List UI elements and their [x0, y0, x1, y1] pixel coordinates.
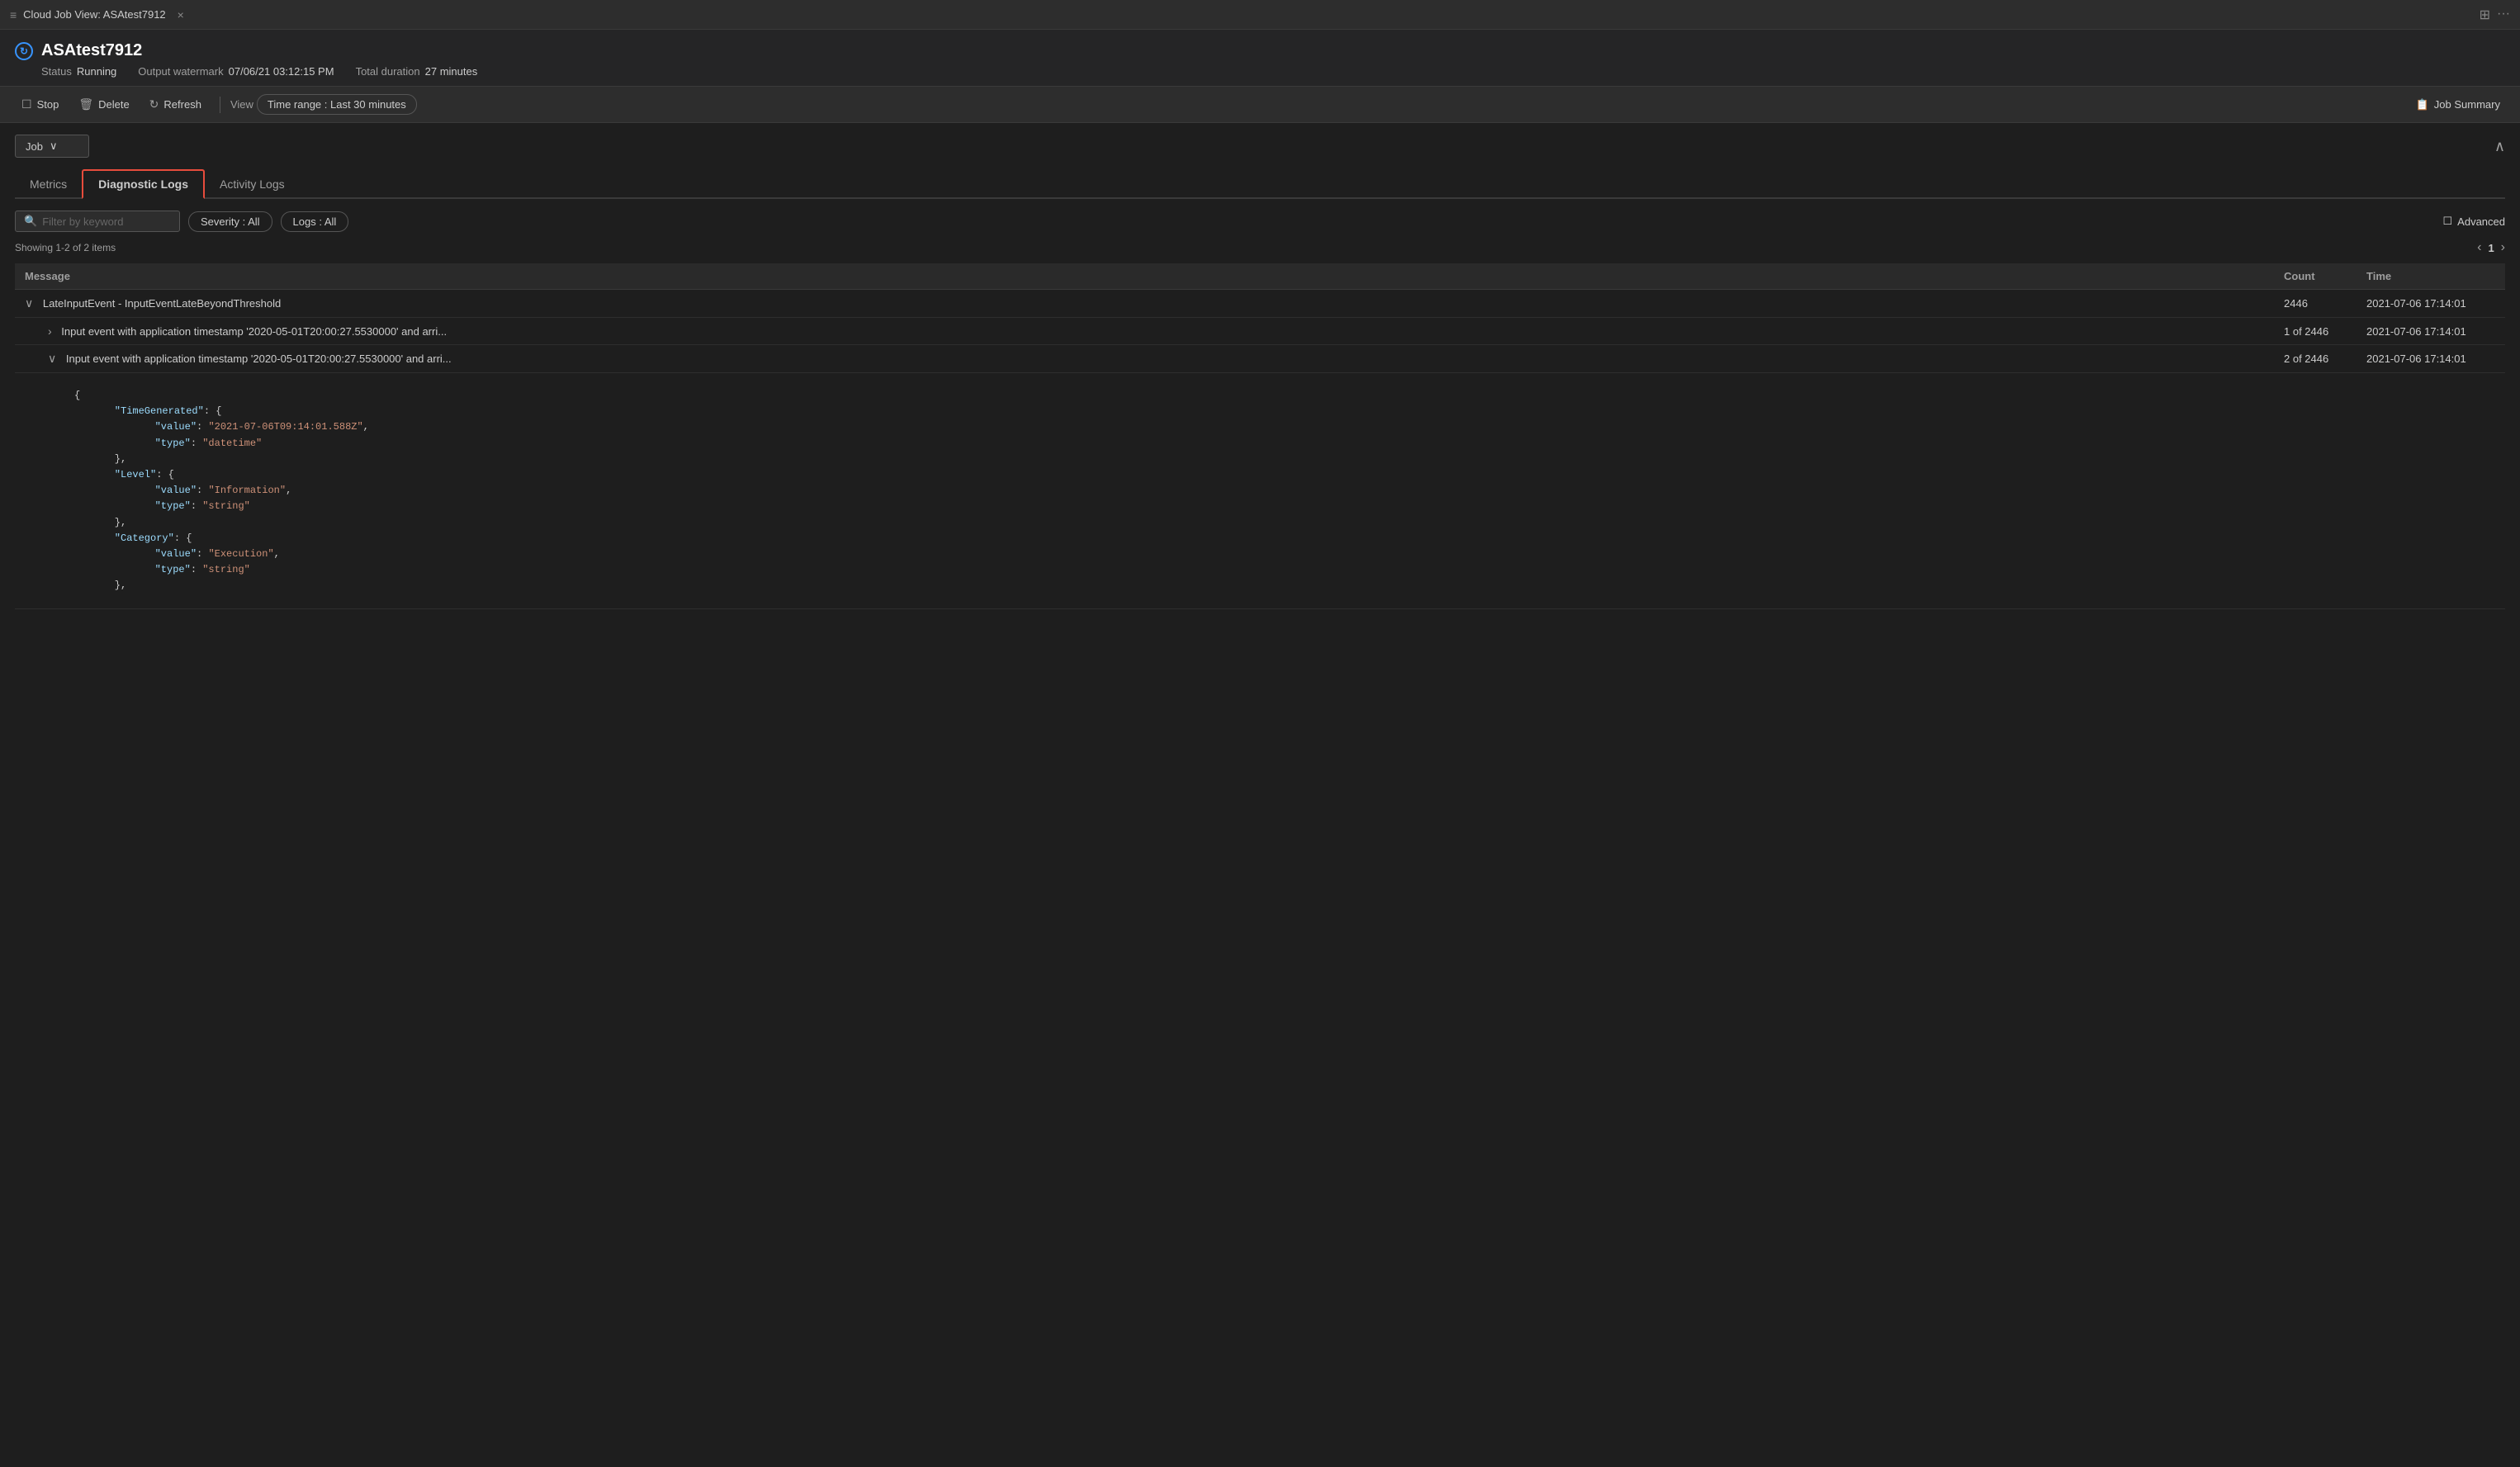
row-message: Input event with application timestamp '… — [66, 353, 452, 365]
refresh-icon: ↻ — [149, 97, 159, 111]
view-label: View — [230, 98, 253, 111]
refresh-label: Refresh — [163, 98, 201, 111]
tab-metrics-label: Metrics — [30, 177, 67, 191]
count-column-header: Count — [2274, 263, 2357, 290]
message-cell: › Input event with application timestamp… — [15, 318, 2274, 345]
stop-label: Stop — [37, 98, 59, 111]
json-detail-row: { "TimeGenerated": { "value": "2021-07-0… — [15, 373, 2505, 609]
tabs-container: Metrics Diagnostic Logs Activity Logs — [15, 169, 2505, 199]
advanced-icon: ☐ — [2443, 215, 2453, 228]
toolbar: ☐ Stop 🗑 Delete ↻ Refresh View Time rang… — [0, 87, 2520, 123]
job-status-icon: ↻ — [15, 42, 33, 60]
stop-icon: ☐ — [21, 97, 32, 111]
message-column-header: Message — [15, 263, 2274, 290]
chevron-down-icon: ∨ — [50, 140, 58, 153]
json-block: { "TimeGenerated": { "value": "2021-07-0… — [25, 380, 2495, 602]
job-summary-label: Job Summary — [2434, 98, 2500, 111]
json-detail-cell: { "TimeGenerated": { "value": "2021-07-0… — [15, 373, 2505, 609]
table-row: ∨ Input event with application timestamp… — [15, 345, 2505, 373]
tab-activity-logs[interactable]: Activity Logs — [205, 171, 300, 199]
menu-icon[interactable]: ≡ — [10, 8, 17, 21]
time-cell: 2021-07-06 17:14:01 — [2357, 290, 2505, 318]
job-meta: Status Running Output watermark 07/06/21… — [15, 65, 2505, 78]
tab-diagnostic-logs[interactable]: Diagnostic Logs — [82, 169, 205, 199]
row-expand-icon[interactable]: ∨ — [25, 296, 33, 310]
row-expand-icon[interactable]: ∨ — [48, 352, 56, 366]
collapse-button[interactable]: ∧ — [2494, 138, 2505, 155]
delete-icon: 🗑 — [78, 97, 93, 111]
filter-input-wrap: 🔍 — [15, 211, 180, 232]
job-dropdown-row: Job ∨ ∧ — [15, 135, 2505, 158]
row-expand-icon[interactable]: › — [48, 324, 52, 338]
prev-page-button[interactable]: ‹ — [2477, 240, 2481, 255]
filter-row: 🔍 Severity : All Logs : All ☐ Advanced — [15, 211, 2505, 232]
count-cell: 2446 — [2274, 290, 2357, 318]
time-range-label: Time range : Last 30 minutes — [268, 98, 406, 111]
time-cell: 2021-07-06 17:14:01 — [2357, 345, 2505, 373]
stop-button[interactable]: ☐ Stop — [13, 94, 67, 115]
job-header: ↻ ASAtest7912 Status Running Output wate… — [0, 30, 2520, 87]
main-content: Job ∨ ∧ Metrics Diagnostic Logs Activity… — [0, 123, 2520, 621]
time-column-header: Time — [2357, 263, 2505, 290]
refresh-button[interactable]: ↻ Refresh — [141, 94, 210, 115]
duration-value: 27 minutes — [425, 65, 478, 78]
advanced-label: Advanced — [2457, 215, 2505, 228]
time-cell: 2021-07-06 17:14:01 — [2357, 318, 2505, 345]
duration-label: Total duration — [356, 65, 420, 78]
log-table: Message Count Time ∨ LateInputEvent - In… — [15, 263, 2505, 609]
advanced-button[interactable]: ☐ Advanced — [2443, 215, 2505, 228]
current-page: 1 — [2488, 242, 2494, 254]
status-label: Status — [41, 65, 72, 78]
severity-label: Severity : All — [201, 215, 260, 228]
delete-label: Delete — [98, 98, 130, 111]
job-name: ASAtest7912 — [41, 41, 142, 60]
title-bar: ≡ Cloud Job View: ASAtest7912 × ⊞ ··· — [0, 0, 2520, 30]
split-editor-icon[interactable]: ⊞ — [2480, 7, 2490, 23]
tab-activity-logs-label: Activity Logs — [220, 177, 285, 191]
pagination: ‹ 1 › — [2477, 240, 2505, 255]
job-summary-button[interactable]: 📋 Job Summary — [2409, 95, 2507, 115]
table-body: ∨ LateInputEvent - InputEventLateBeyondT… — [15, 290, 2505, 609]
status-value: Running — [77, 65, 116, 78]
search-icon: 🔍 — [24, 215, 37, 228]
table-row: › Input event with application timestamp… — [15, 318, 2505, 345]
table-row: ∨ LateInputEvent - InputEventLateBeyondT… — [15, 290, 2505, 318]
message-cell: ∨ Input event with application timestamp… — [15, 345, 2274, 373]
job-dropdown[interactable]: Job ∨ — [15, 135, 89, 158]
time-range-button[interactable]: Time range : Last 30 minutes — [257, 94, 417, 115]
severity-filter[interactable]: Severity : All — [188, 211, 272, 232]
watermark-label: Output watermark — [138, 65, 223, 78]
showing-count-text: Showing 1-2 of 2 items — [15, 242, 116, 253]
close-tab-icon[interactable]: × — [178, 8, 184, 21]
watermark-value: 07/06/21 03:12:15 PM — [229, 65, 334, 78]
showing-count-row: Showing 1-2 of 2 items ‹ 1 › — [15, 240, 2505, 255]
message-cell: ∨ LateInputEvent - InputEventLateBeyondT… — [15, 290, 2274, 318]
title-bar-actions: ⊞ ··· — [2480, 7, 2510, 23]
job-summary-icon: 📋 — [2416, 98, 2429, 111]
delete-button[interactable]: 🗑 Delete — [70, 94, 137, 115]
table-header: Message Count Time — [15, 263, 2505, 290]
row-message: LateInputEvent - InputEventLateBeyondThr… — [43, 297, 281, 310]
logs-label: Logs : All — [293, 215, 337, 228]
logs-filter[interactable]: Logs : All — [281, 211, 349, 232]
tab-diagnostic-logs-label: Diagnostic Logs — [98, 177, 188, 191]
title-bar-text: Cloud Job View: ASAtest7912 — [23, 8, 166, 21]
row-message: Input event with application timestamp '… — [61, 325, 447, 338]
dropdown-label: Job — [26, 140, 43, 153]
count-cell: 2 of 2446 — [2274, 345, 2357, 373]
filter-input[interactable] — [42, 215, 158, 228]
next-page-button[interactable]: › — [2501, 240, 2505, 255]
more-actions-icon[interactable]: ··· — [2497, 7, 2510, 23]
toolbar-right: 📋 Job Summary — [2409, 95, 2507, 115]
tab-metrics[interactable]: Metrics — [15, 171, 82, 199]
count-cell: 1 of 2446 — [2274, 318, 2357, 345]
